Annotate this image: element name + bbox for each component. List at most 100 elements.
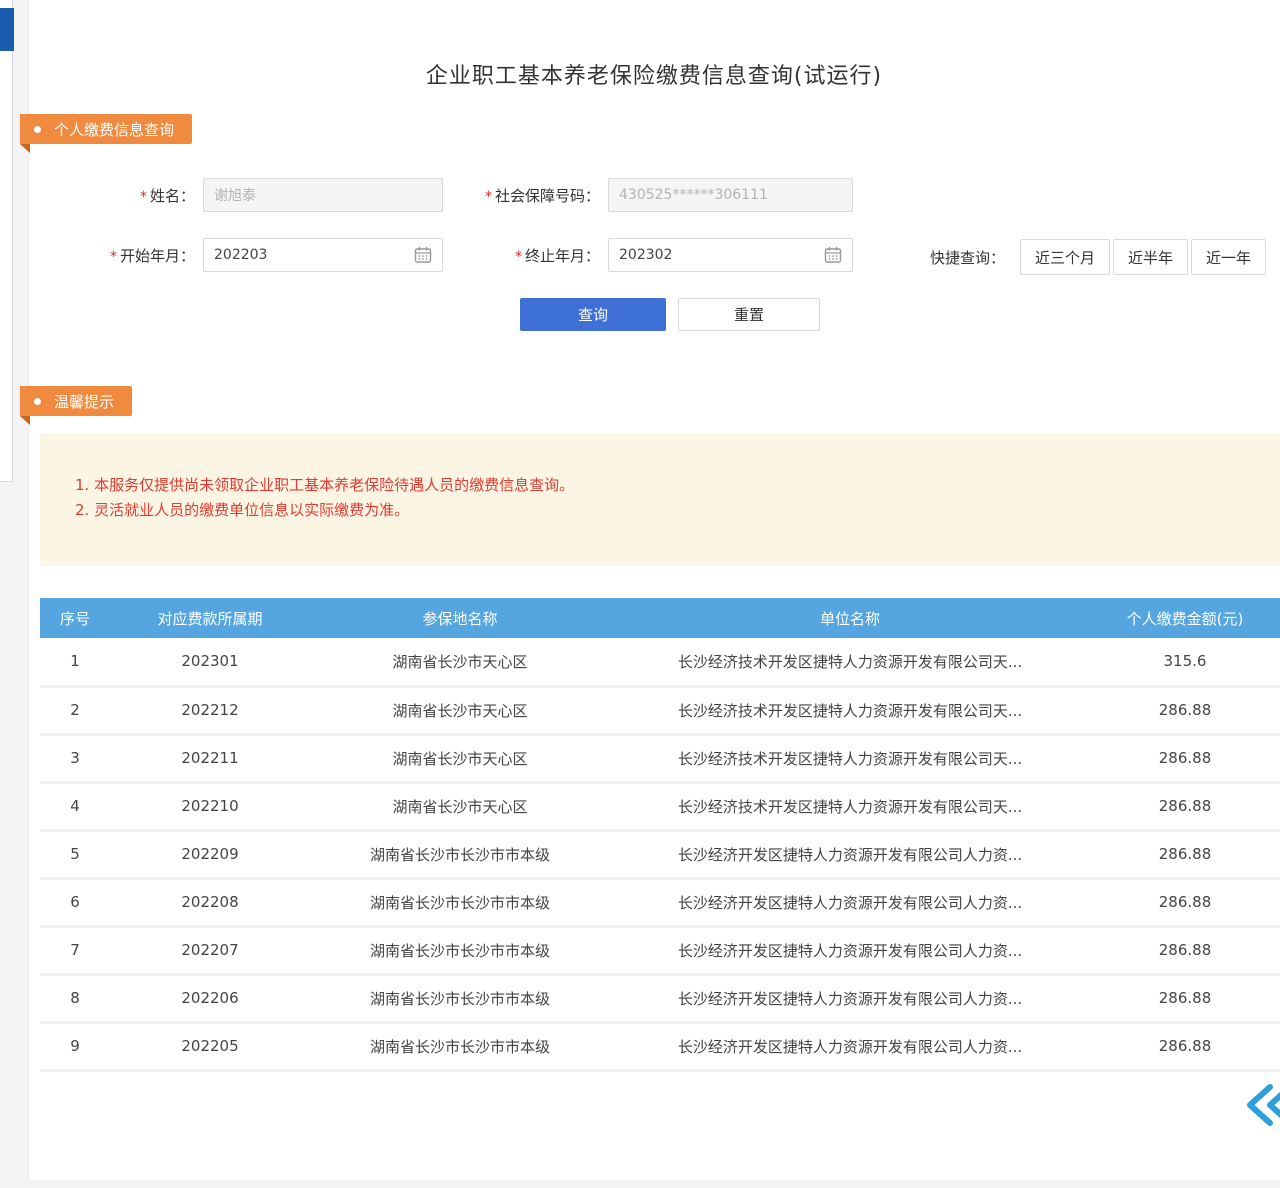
- header-amount: 个人缴费金额(元): [1090, 598, 1280, 638]
- table-cell: 286.88: [1090, 926, 1280, 974]
- collapsed-sidebar: [0, 0, 13, 482]
- table-cell: 湖南省长沙市长沙市市本级: [310, 1022, 610, 1070]
- table-cell: 长沙经济开发区捷特人力资源开发有限公司人力资...: [610, 1022, 1090, 1070]
- start-month-field-group: *开始年月： 202203: [88, 238, 443, 272]
- table-cell: 长沙经济开发区捷特人力资源开发有限公司人力资...: [610, 974, 1090, 1022]
- table-cell: 202207: [110, 926, 310, 974]
- calendar-icon[interactable]: [824, 246, 842, 264]
- table-cell: 长沙经济开发区捷特人力资源开发有限公司人力资...: [610, 830, 1090, 878]
- table-cell: 202209: [110, 830, 310, 878]
- table-cell: 2: [40, 686, 110, 734]
- ssn-label: *社会保障号码：: [450, 185, 600, 206]
- table-row: 6202208湖南省长沙市长沙市市本级长沙经济开发区捷特人力资源开发有限公司人力…: [40, 878, 1280, 926]
- name-field-group: *姓名： 谢旭泰: [88, 178, 443, 212]
- table-cell: 长沙经济开发区捷特人力资源开发有限公司人力资...: [610, 926, 1090, 974]
- table-row: 7202207湖南省长沙市长沙市市本级长沙经济开发区捷特人力资源开发有限公司人力…: [40, 926, 1280, 974]
- table-cell: 202208: [110, 878, 310, 926]
- quick-btn-last-year[interactable]: 近一年: [1191, 239, 1266, 275]
- end-month-label: *终止年月：: [450, 245, 600, 266]
- table-cell: 286.88: [1090, 974, 1280, 1022]
- tips-notice-box: 1. 本服务仅提供尚未领取企业职工基本养老保险待遇人员的缴费信息查询。 2. 灵…: [40, 434, 1280, 566]
- header-place: 参保地名称: [310, 598, 610, 638]
- table-header-row: 序号 对应费款所属期 参保地名称 单位名称 个人缴费金额(元): [40, 598, 1280, 638]
- bullet-dot-icon: [34, 126, 41, 133]
- table-cell: 1: [40, 638, 110, 686]
- table-cell: 长沙经济技术开发区捷特人力资源开发有限公司天...: [610, 734, 1090, 782]
- quick-btn-last-half-year[interactable]: 近半年: [1113, 239, 1188, 275]
- table-cell: 3: [40, 734, 110, 782]
- table-row: 8202206湖南省长沙市长沙市市本级长沙经济开发区捷特人力资源开发有限公司人力…: [40, 974, 1280, 1022]
- table-cell: 9: [40, 1022, 110, 1070]
- table-cell: 286.88: [1090, 1022, 1280, 1070]
- section-badge-tips: 温馨提示: [20, 386, 132, 416]
- table-cell: 湖南省长沙市长沙市市本级: [310, 878, 610, 926]
- table-cell: 长沙经济技术开发区捷特人力资源开发有限公司天...: [610, 686, 1090, 734]
- start-month-label: *开始年月：: [88, 245, 195, 266]
- table-cell: 286.88: [1090, 878, 1280, 926]
- table-row: 3202211湖南省长沙市天心区长沙经济技术开发区捷特人力资源开发有限公司天..…: [40, 734, 1280, 782]
- table-cell: 202301: [110, 638, 310, 686]
- reset-button[interactable]: 重置: [678, 298, 820, 331]
- tips-line-1: 1. 本服务仅提供尚未领取企业职工基本养老保险待遇人员的缴费信息查询。: [75, 473, 1280, 498]
- table-row: 9202205湖南省长沙市长沙市市本级长沙经济开发区捷特人力资源开发有限公司人力…: [40, 1022, 1280, 1070]
- ssn-field-group: *社会保障号码： 430525******306111: [450, 178, 853, 212]
- quick-btn-last-3-months[interactable]: 近三个月: [1020, 239, 1110, 275]
- table-cell: 湖南省长沙市天心区: [310, 734, 610, 782]
- table-cell: 202212: [110, 686, 310, 734]
- table-cell: 湖南省长沙市长沙市市本级: [310, 926, 610, 974]
- section-badge-label: 个人缴费信息查询: [54, 119, 174, 140]
- page-title: 企业职工基本养老保险缴费信息查询(试运行): [28, 58, 1280, 90]
- table-cell: 4: [40, 782, 110, 830]
- table-cell: 315.6: [1090, 638, 1280, 686]
- table-cell: 长沙经济开发区捷特人力资源开发有限公司人力资...: [610, 878, 1090, 926]
- table-cell: 8: [40, 974, 110, 1022]
- quick-query-label: 快捷查询：: [930, 247, 1005, 268]
- table-row: 2202212湖南省长沙市天心区长沙经济技术开发区捷特人力资源开发有限公司天..…: [40, 686, 1280, 734]
- required-asterisk: *: [110, 249, 117, 265]
- table-cell: 湖南省长沙市长沙市市本级: [310, 830, 610, 878]
- payments-table-body: 1202301湖南省长沙市天心区长沙经济技术开发区捷特人力资源开发有限公司天..…: [40, 638, 1280, 1070]
- table-cell: 286.88: [1090, 830, 1280, 878]
- required-asterisk: *: [485, 189, 492, 205]
- query-button[interactable]: 查询: [520, 298, 666, 331]
- name-input: 谢旭泰: [203, 178, 443, 212]
- end-month-input[interactable]: 202302: [608, 238, 853, 272]
- calendar-icon[interactable]: [414, 246, 432, 264]
- table-cell: 长沙经济技术开发区捷特人力资源开发有限公司天...: [610, 638, 1090, 686]
- double-chevron-left-icon[interactable]: [1244, 1082, 1280, 1128]
- header-seq: 序号: [40, 598, 110, 638]
- header-company: 单位名称: [610, 598, 1090, 638]
- sidebar-blue-tab[interactable]: [0, 8, 14, 51]
- start-month-value: 202203: [214, 247, 267, 263]
- table-cell: 5: [40, 830, 110, 878]
- table-cell: 202205: [110, 1022, 310, 1070]
- table-cell: 湖南省长沙市天心区: [310, 686, 610, 734]
- table-row: 4202210湖南省长沙市天心区长沙经济技术开发区捷特人力资源开发有限公司天..…: [40, 782, 1280, 830]
- table-cell: 长沙经济技术开发区捷特人力资源开发有限公司天...: [610, 782, 1090, 830]
- table-cell: 286.88: [1090, 686, 1280, 734]
- end-month-value: 202302: [619, 247, 672, 263]
- table-cell: 202210: [110, 782, 310, 830]
- bullet-dot-icon: [34, 398, 41, 405]
- table-cell: 202206: [110, 974, 310, 1022]
- start-month-input[interactable]: 202203: [203, 238, 443, 272]
- table-cell: 湖南省长沙市天心区: [310, 782, 610, 830]
- table-cell: 286.88: [1090, 782, 1280, 830]
- header-period: 对应费款所属期: [110, 598, 310, 638]
- tips-line-2: 2. 灵活就业人员的缴费单位信息以实际缴费为准。: [75, 498, 1280, 523]
- name-label: *姓名：: [88, 185, 195, 206]
- required-asterisk: *: [140, 189, 147, 205]
- end-month-field-group: *终止年月： 202302: [450, 238, 853, 272]
- section-badge-personal-payment-query: 个人缴费信息查询: [20, 114, 192, 144]
- ssn-input: 430525******306111: [608, 178, 853, 212]
- table-cell: 202211: [110, 734, 310, 782]
- payments-table: 序号 对应费款所属期 参保地名称 单位名称 个人缴费金额(元) 1202301湖…: [40, 598, 1280, 1072]
- required-asterisk: *: [515, 249, 522, 265]
- ssn-value: 430525******306111: [619, 187, 768, 203]
- quick-query-group: 快捷查询： 近三个月 近半年 近一年: [930, 239, 1266, 275]
- table-row: 1202301湖南省长沙市天心区长沙经济技术开发区捷特人力资源开发有限公司天..…: [40, 638, 1280, 686]
- table-cell: 湖南省长沙市长沙市市本级: [310, 974, 610, 1022]
- table-row: 5202209湖南省长沙市长沙市市本级长沙经济开发区捷特人力资源开发有限公司人力…: [40, 830, 1280, 878]
- table-cell: 湖南省长沙市天心区: [310, 638, 610, 686]
- table-cell: 7: [40, 926, 110, 974]
